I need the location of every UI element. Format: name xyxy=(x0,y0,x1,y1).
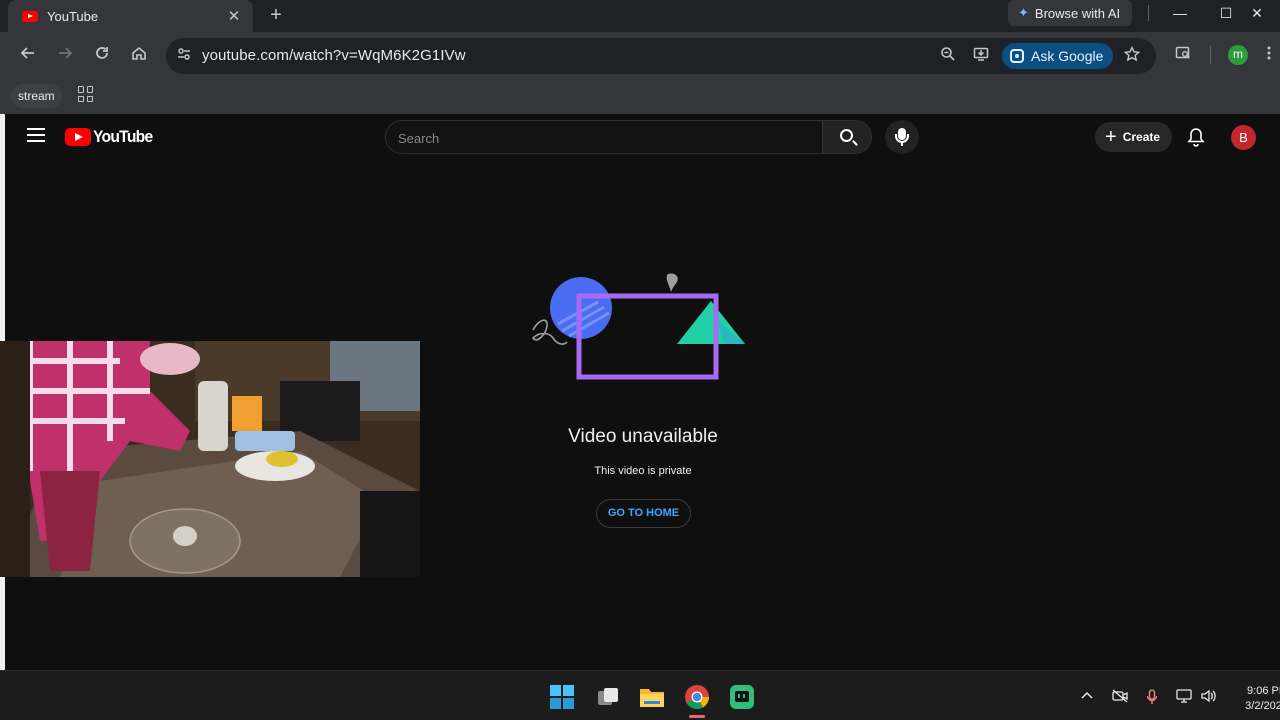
clock-time: 9:06 PM xyxy=(1247,685,1280,697)
url-text[interactable]: youtube.com/watch?v=WqM6K2G1IVw xyxy=(202,47,466,64)
site-info-icon[interactable] xyxy=(174,46,194,66)
home-icon[interactable] xyxy=(127,44,151,68)
browser-toolbar: youtube.com/watch?v=WqM6K2G1IVw Ask Goog… xyxy=(0,32,1280,80)
volume-icon[interactable] xyxy=(1200,689,1218,707)
tab-close-icon[interactable]: ✕ xyxy=(225,7,243,25)
zoom-icon[interactable] xyxy=(938,46,958,66)
tab-title: YouTube xyxy=(47,8,99,24)
active-app-indicator xyxy=(689,715,705,718)
omnibox[interactable]: youtube.com/watch?v=WqM6K2G1IVw Ask Goog… xyxy=(166,38,1156,74)
error-title: Video unavailable xyxy=(568,426,718,447)
minimize-button[interactable]: — xyxy=(1157,2,1203,24)
plus-icon: + xyxy=(1105,126,1117,148)
file-explorer-icon[interactable] xyxy=(638,683,666,711)
create-button[interactable]: + Create xyxy=(1095,122,1173,152)
video-unavailable-illustration xyxy=(531,273,745,380)
ask-google-button[interactable]: Ask Google xyxy=(1002,43,1114,69)
chrome-icon[interactable] xyxy=(683,683,711,711)
youtube-wordmark: YouTube xyxy=(93,127,153,146)
search-box xyxy=(385,120,823,154)
windows-start-icon[interactable] xyxy=(548,683,576,711)
microphone-leg xyxy=(901,142,903,146)
camera-off-icon[interactable] xyxy=(1111,689,1129,707)
search-button[interactable] xyxy=(822,120,872,154)
notifications-bell-icon[interactable] xyxy=(1187,127,1205,147)
bookmark-stream[interactable]: stream xyxy=(11,84,62,108)
tab-youtube[interactable]: YouTube ✕ xyxy=(8,0,253,32)
new-tab-button[interactable]: + xyxy=(266,3,286,27)
youtube-play-icon xyxy=(65,128,91,146)
search-icon xyxy=(840,129,853,142)
taskbar-clock[interactable]: 9:06 PM 3/2/2026 xyxy=(1228,684,1280,714)
forward-icon[interactable] xyxy=(53,44,77,68)
sparkle-icon: ✦ xyxy=(1018,5,1029,20)
voice-search-button[interactable] xyxy=(885,120,919,154)
create-label: Create xyxy=(1122,130,1161,144)
webcam-overlay-image xyxy=(0,341,420,577)
browse-with-ai-button[interactable]: ✦ Browse with AI xyxy=(1008,0,1133,26)
reload-icon[interactable] xyxy=(90,44,114,68)
apps-grid-icon[interactable] xyxy=(78,86,94,102)
task-view-icon[interactable] xyxy=(594,683,622,711)
bookmarks-bar: stream xyxy=(0,80,1280,114)
network-icon[interactable] xyxy=(1175,689,1193,707)
youtube-favicon-icon xyxy=(22,10,38,22)
search-input[interactable] xyxy=(398,129,808,147)
streaming-app-icon[interactable] xyxy=(728,683,756,711)
error-subtitle: This video is private xyxy=(594,465,692,477)
lens-icon xyxy=(1010,49,1024,63)
show-hidden-icons-icon[interactable] xyxy=(1078,689,1096,707)
account-avatar[interactable]: B xyxy=(1231,125,1256,150)
menu-icon[interactable] xyxy=(1257,44,1280,68)
back-icon[interactable] xyxy=(16,44,40,68)
ask-google-label: Ask Google xyxy=(1031,48,1104,64)
divider xyxy=(1148,5,1149,21)
browse-with-ai-label: Browse with AI xyxy=(1034,5,1121,21)
tab-strip: YouTube ✕ + ✦ Browse with AI — ☐ ✕ xyxy=(0,0,1280,32)
profile-avatar[interactable]: m xyxy=(1228,45,1248,65)
hamburger-menu-icon[interactable] xyxy=(27,128,45,142)
star-icon[interactable] xyxy=(1122,45,1142,66)
go-to-home-button[interactable]: GO TO HOME xyxy=(596,499,691,528)
windows-taskbar: 9:06 PM 3/2/2026 xyxy=(0,670,1280,720)
close-window-button[interactable]: ✕ xyxy=(1234,2,1280,24)
youtube-logo[interactable]: YouTube xyxy=(65,127,158,147)
clock-date: 3/2/2026 xyxy=(1245,700,1280,712)
install-app-icon[interactable] xyxy=(971,46,991,66)
divider xyxy=(1210,46,1211,64)
tab-search-icon[interactable] xyxy=(1171,44,1195,68)
microphone-in-use-icon[interactable] xyxy=(1143,689,1161,707)
